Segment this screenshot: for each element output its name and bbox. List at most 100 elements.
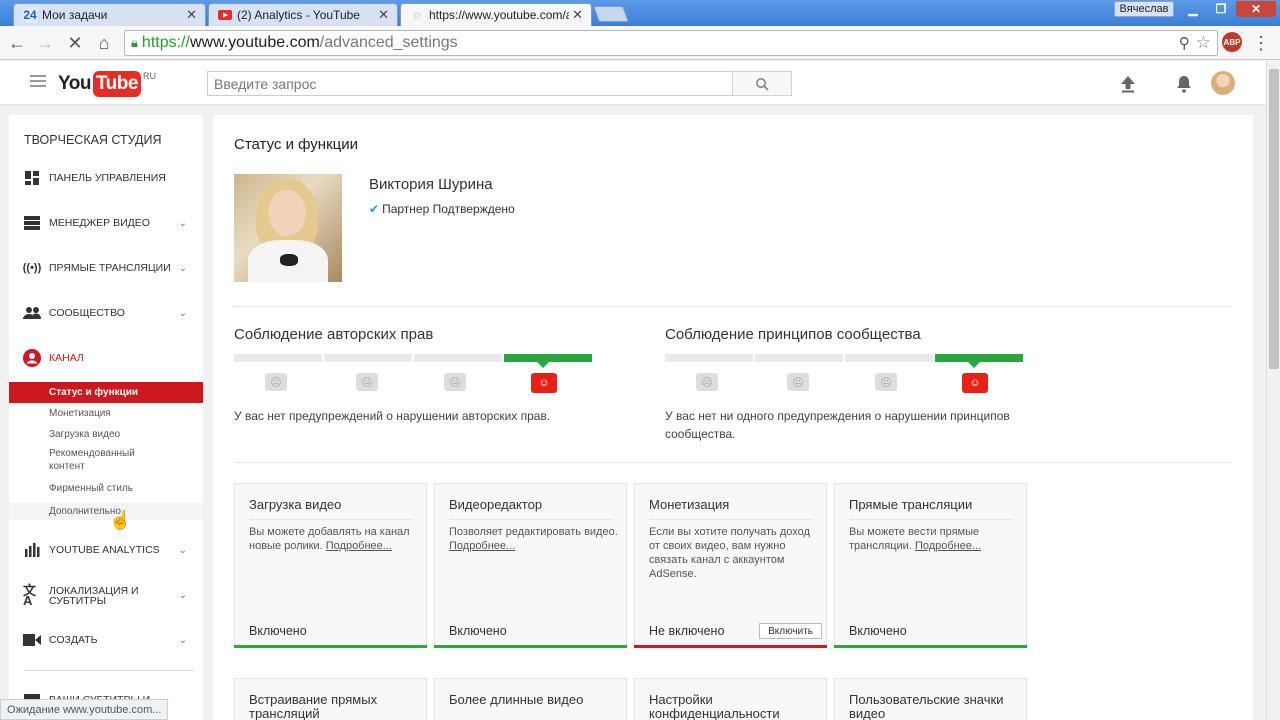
stop-icon[interactable]: ✕ xyxy=(64,32,86,54)
search-input[interactable]: Введите запрос xyxy=(207,71,733,96)
card-description: Если вы хотите получать доход от своих в… xyxy=(649,526,810,580)
close-icon[interactable]: ✕ xyxy=(186,7,197,23)
creator-studio-sidebar: ТВОРЧЕСКАЯ СТУДИЯ ПАНЕЛЬ УПРАВЛЕНИЯ МЕНЕ… xyxy=(9,115,203,720)
card-title: Монетизация xyxy=(649,497,730,512)
tab-advanced-settings[interactable]: ◌ https://www.youtube.com/a ✕ xyxy=(400,3,592,26)
chevron-down-icon[interactable]: ⌄ xyxy=(179,263,187,274)
sidebar-item-analytics[interactable]: YOUTUBE ANALYTICS ⌄ xyxy=(9,535,203,565)
strike-pointer xyxy=(968,362,980,368)
community-strike-bar xyxy=(665,354,1025,362)
avatar[interactable] xyxy=(1211,71,1235,95)
card-status: Включено xyxy=(449,624,507,638)
restore-icon[interactable]: ❐ xyxy=(1208,1,1234,17)
card-description: Вы можете добавлять на канал новые ролик… xyxy=(249,526,410,552)
community-text: У вас нет ни одного предупреждения о нар… xyxy=(665,409,1010,441)
community-title: Соблюдение принципов сообщества xyxy=(665,326,921,343)
feature-card-custom-thumbnails: Пользовательские значки видео xyxy=(834,678,1027,720)
tab-label: Мои задачи xyxy=(42,8,108,22)
enable-button[interactable]: Включить xyxy=(759,623,822,639)
close-icon[interactable]: ✕ xyxy=(378,7,389,23)
sidebar-item-live[interactable]: ((•)) ПРЯМЫЕ ТРАНСЛЯЦИИ ⌄ xyxy=(9,253,203,283)
sidebar-item-dashboard[interactable]: ПАНЕЛЬ УПРАВЛЕНИЯ xyxy=(9,163,203,193)
more-link[interactable]: Подробнее... xyxy=(449,540,515,552)
sidebar-sub-monetization[interactable]: Монетизация xyxy=(9,407,203,420)
card-status: Включено xyxy=(249,624,307,638)
translate-icon: 文A xyxy=(23,583,37,608)
chevron-down-icon[interactable]: ⌄ xyxy=(179,545,187,556)
youtube-header: You Tube RU Введите запрос xyxy=(0,61,1266,105)
feature-card-embed-live: Встраивание прямых трансляций xyxy=(234,678,427,720)
more-link[interactable]: Подробнее... xyxy=(915,540,981,552)
sidebar-item-community[interactable]: СООБЩЕСТВО ⌄ xyxy=(9,298,203,328)
url-path: /advanced_settings xyxy=(319,34,458,51)
sad-face-icon: ☹ xyxy=(696,373,718,391)
chevron-down-icon[interactable]: ⌄ xyxy=(179,591,187,601)
more-link[interactable]: Подробнее... xyxy=(326,540,392,552)
status-bar xyxy=(234,645,427,648)
browser-status-bar: Ожидание www.youtube.com... xyxy=(0,699,169,720)
scrollbar[interactable] xyxy=(1266,61,1280,720)
home-icon[interactable]: ⌂ xyxy=(93,32,115,54)
search-icon xyxy=(756,77,769,91)
channel-name: Виктория Шурина xyxy=(369,176,493,193)
zoom-icon[interactable]: ⚲ xyxy=(1179,34,1190,52)
card-title: Прямые трансляции xyxy=(849,497,973,512)
youtube-logo[interactable]: You Tube RU xyxy=(58,71,156,97)
sidebar-item-localization[interactable]: 文A ЛОКАЛИЗАЦИЯ И СУБТИТРЫ ⌄ xyxy=(9,581,203,611)
neutral-face-icon: 😐︎ xyxy=(787,373,809,391)
sidebar-item-channel[interactable]: КАНАЛ xyxy=(9,343,203,373)
hand-cursor-icon: ☝ xyxy=(109,510,132,530)
chevron-down-icon[interactable]: ⌄ xyxy=(179,218,187,229)
sidebar-sub-status[interactable]: Статус и функции xyxy=(9,382,203,403)
neutral-face-icon: 😐︎ xyxy=(356,373,378,391)
profile-button[interactable]: Вячеслав xyxy=(1114,1,1174,17)
address-bar[interactable]: 🔒︎ https://www.youtube.com/advanced_sett… xyxy=(124,30,1218,56)
sidebar-sub-advanced[interactable]: Дополнительно xyxy=(9,503,203,520)
strike-pointer xyxy=(537,362,549,368)
card-description: Вы можете вести прямые трансляции. Подро… xyxy=(849,526,982,552)
community-icon xyxy=(23,304,41,322)
tab-tasks[interactable]: 24 Мои задачи ✕ xyxy=(13,3,206,26)
divider xyxy=(234,306,1232,307)
status-bar xyxy=(434,645,627,648)
window-close-icon[interactable]: ✕ xyxy=(1236,1,1276,17)
copyright-title: Соблюдение авторских прав xyxy=(234,326,434,343)
page-title: Статус и функции xyxy=(234,136,358,153)
tasks-icon: 24 xyxy=(22,7,38,23)
sidebar-sub-branding[interactable]: Фирменный стиль xyxy=(9,482,203,495)
back-icon[interactable]: ← xyxy=(6,32,28,54)
feature-card-editor: Видеоредактор Позволяет редактировать ви… xyxy=(434,483,627,648)
scrollbar-thumb[interactable] xyxy=(1269,69,1279,369)
bookmark-star-icon[interactable]: ☆ xyxy=(1196,33,1211,53)
search-button[interactable] xyxy=(732,71,792,96)
forward-icon[interactable]: → xyxy=(34,32,56,54)
bell-icon[interactable] xyxy=(1173,73,1195,95)
browser-toolbar: ← → ✕ ⌂ 🔒︎ https://www.youtube.com/advan… xyxy=(0,26,1280,60)
close-icon[interactable]: ✕ xyxy=(572,7,583,23)
sidebar-item-create[interactable]: СОЗДАТЬ ⌄ xyxy=(9,625,203,655)
channel-photo xyxy=(234,174,342,282)
analytics-icon xyxy=(23,541,41,559)
upload-icon[interactable] xyxy=(1117,73,1139,95)
neutral-face-icon: 😐︎ xyxy=(444,373,466,391)
channel-icon xyxy=(23,349,41,367)
minimize-icon[interactable]: ▁ xyxy=(1180,1,1206,17)
browser-menu-icon[interactable]: ⋮ xyxy=(1252,30,1270,56)
feature-card-longer-videos: Более длинные видео xyxy=(434,678,627,720)
sad-face-icon: ☹ xyxy=(265,373,287,391)
sidebar-sub-upload[interactable]: Загрузка видео xyxy=(9,428,203,441)
sidebar-item-video-manager[interactable]: МЕНЕДЖЕР ВИДЕО ⌄ xyxy=(9,208,203,238)
status-bar xyxy=(834,645,1027,648)
menu-icon[interactable] xyxy=(30,75,46,89)
neutral-face-icon: 😐︎ xyxy=(875,373,897,391)
adblock-icon[interactable]: ABP xyxy=(1222,32,1242,52)
dashboard-icon xyxy=(23,169,41,187)
tab-analytics[interactable]: (2) Analytics - YouTube ✕ xyxy=(208,3,398,26)
url-host: www.youtube.com xyxy=(189,34,320,51)
new-tab-button[interactable] xyxy=(593,6,629,22)
chevron-down-icon[interactable]: ⌄ xyxy=(179,635,187,646)
sidebar-sub-featured[interactable]: Рекомендованный контент xyxy=(9,447,159,473)
card-title: Встраивание прямых трансляций xyxy=(249,692,378,720)
chevron-down-icon[interactable]: ⌄ xyxy=(179,308,187,319)
sidebar-divider xyxy=(24,670,194,671)
